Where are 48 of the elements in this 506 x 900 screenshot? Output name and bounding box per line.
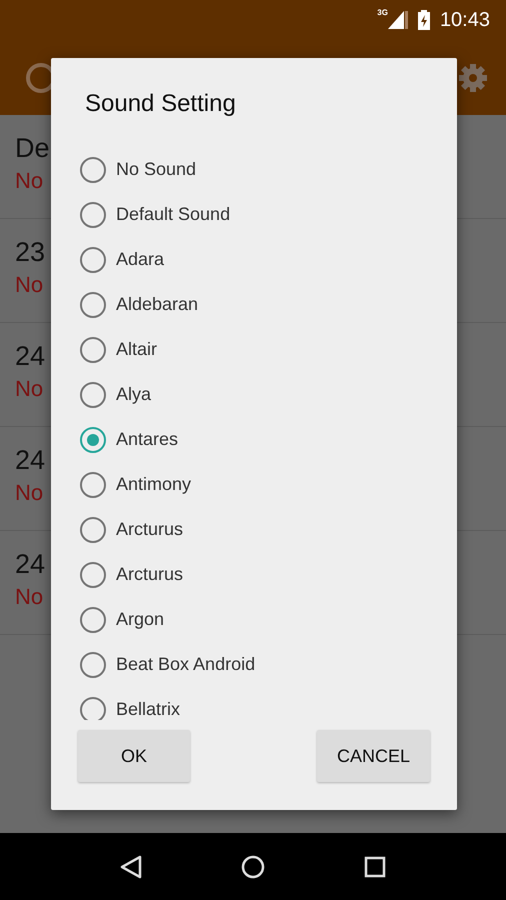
list-item-subtitle: No <box>15 272 44 298</box>
settings-icon[interactable] <box>458 62 488 92</box>
cancel-button[interactable]: CANCEL <box>317 730 430 782</box>
option-label[interactable]: Arcturus <box>116 564 184 585</box>
list-item-title: 24 <box>15 549 46 580</box>
option-label[interactable]: Antimony <box>116 474 192 495</box>
list-item-subtitle: No <box>15 168 44 194</box>
list-item-title: 24 <box>15 341 46 372</box>
radio-button[interactable] <box>80 292 106 318</box>
option-label[interactable]: Altair <box>116 339 158 360</box>
list-item-subtitle: No <box>15 376 44 402</box>
list-item-subtitle: No <box>15 480 44 506</box>
back-icon[interactable] <box>120 854 142 878</box>
network-label: 3G <box>377 9 388 17</box>
radio-button[interactable] <box>80 246 106 272</box>
radio-button[interactable] <box>80 202 106 228</box>
clock-time: 10:43 <box>440 8 490 32</box>
option-label[interactable]: Bellatrix <box>116 699 180 720</box>
ok-button[interactable]: OK <box>78 730 190 782</box>
list-item-title: 23 <box>15 237 46 268</box>
list-item-title: De <box>15 133 50 164</box>
radio-button[interactable] <box>80 382 106 408</box>
recent-apps-icon[interactable] <box>364 856 386 878</box>
avatar-icon[interactable] <box>26 62 51 92</box>
list-item-subtitle: No <box>15 584 44 610</box>
home-icon[interactable] <box>240 854 265 878</box>
option-label[interactable]: Aldebaran <box>116 294 198 315</box>
radio-button[interactable] <box>80 652 106 678</box>
option-label[interactable]: Alya <box>116 384 152 405</box>
radio-button[interactable] <box>80 156 106 182</box>
dialog-title: Sound Setting <box>84 89 237 119</box>
option-label[interactable]: Arcturus <box>116 519 184 540</box>
radio-button[interactable] <box>80 562 106 588</box>
radio-button[interactable] <box>80 472 106 498</box>
radio-button[interactable] <box>80 516 106 542</box>
option-label[interactable]: No Sound <box>116 159 196 180</box>
signal-icon <box>388 11 408 29</box>
radio-button[interactable] <box>80 606 106 632</box>
option-label[interactable]: Antares <box>116 429 178 450</box>
option-label[interactable]: Beat Box Android <box>116 654 256 675</box>
radio-button[interactable] <box>80 696 106 720</box>
option-label[interactable]: Default Sound <box>116 204 230 225</box>
radio-button[interactable] <box>80 336 106 362</box>
option-label[interactable]: Argon <box>116 609 164 630</box>
battery-charging-icon <box>418 10 430 30</box>
list-item-title: 24 <box>15 445 46 476</box>
radio-button[interactable] <box>80 426 106 452</box>
option-label[interactable]: Adara <box>116 249 164 270</box>
